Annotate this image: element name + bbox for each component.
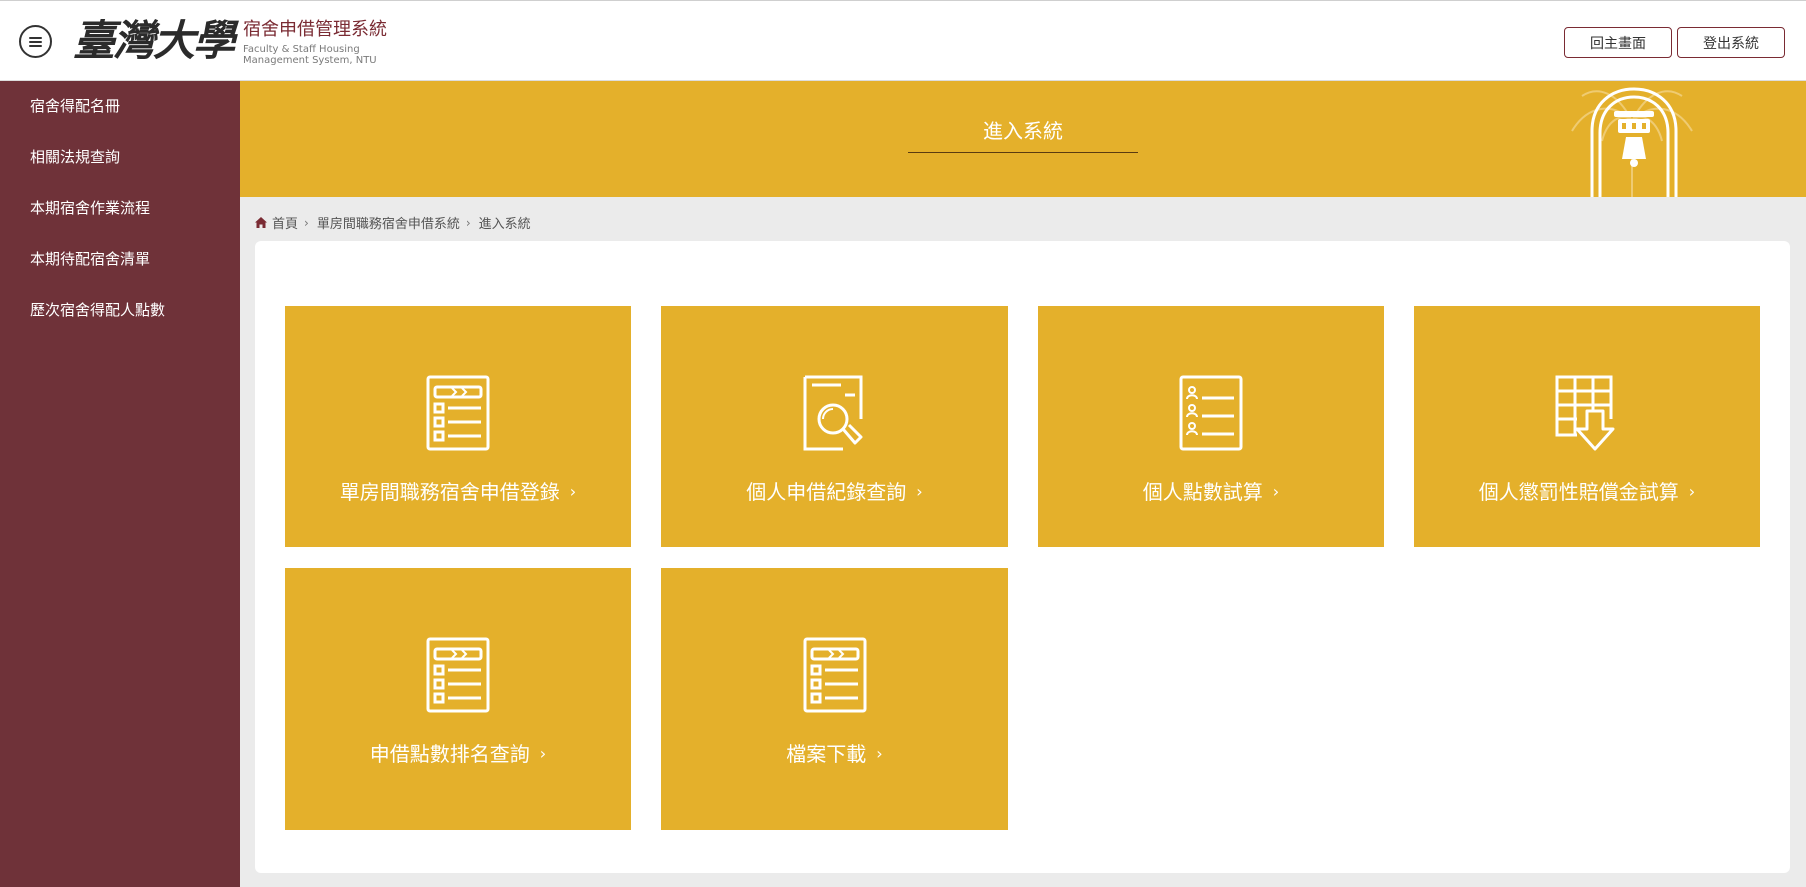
content-panel: 單房間職務宿舍申借登錄 › 個人申借紀錄查詢 › 個人點數試算 › 個人懲罰性賠… bbox=[255, 241, 1790, 873]
tile-label: 個人懲罰性賠償金試算 › bbox=[1478, 480, 1696, 504]
tile-penalty-calculation[interactable]: 個人懲罰性賠償金試算 › bbox=[1414, 306, 1760, 547]
sidebar-item-regulations[interactable]: 相關法規查詢 bbox=[0, 132, 240, 183]
breadcrumb: 首頁 › 單房間職務宿舍申借系統 › 進入系統 bbox=[255, 213, 531, 232]
sidebar-item-pending-dorms[interactable]: 本期待配宿舍清單 bbox=[0, 234, 240, 285]
logout-button[interactable]: 登出系統 bbox=[1677, 27, 1785, 58]
tile-label: 檔案下載 › bbox=[786, 742, 883, 766]
page-title: 進入系統 bbox=[983, 119, 1063, 143]
breadcrumb-separator-icon: › bbox=[465, 215, 471, 230]
page-banner: 進入系統 bbox=[240, 81, 1806, 197]
title-underline bbox=[908, 152, 1138, 153]
home-button[interactable]: 回主畫面 bbox=[1564, 27, 1672, 58]
hamburger-menu-button[interactable] bbox=[19, 25, 52, 58]
breadcrumb-home-link[interactable]: 首頁 bbox=[272, 213, 298, 232]
home-icon bbox=[255, 217, 267, 228]
tile-label: 單房間職務宿舍申借登錄 › bbox=[339, 480, 577, 504]
logo-text: 宿舍申借管理系統 Faculty & Staff Housing Managem… bbox=[243, 15, 387, 66]
system-subtitle-line1: Faculty & Staff Housing bbox=[243, 44, 360, 55]
system-subtitle-line2: Management System, NTU bbox=[243, 55, 377, 66]
document-search-icon bbox=[803, 375, 862, 451]
person-list-icon bbox=[1179, 375, 1243, 451]
sidebar-item-history-points[interactable]: 歷次宿舍得配人點數 bbox=[0, 285, 240, 336]
tile-label: 申借點數排名查詢 › bbox=[369, 742, 547, 766]
tile-label: 個人點數試算 › bbox=[1142, 480, 1280, 504]
breadcrumb-separator-icon: › bbox=[304, 215, 309, 230]
hamburger-icon bbox=[29, 36, 42, 47]
tile-points-calculation[interactable]: 個人點數試算 › bbox=[1038, 306, 1384, 547]
tile-application-record-query[interactable]: 個人申借紀錄查詢 › bbox=[661, 306, 1008, 547]
sidebar: 宿舍得配名冊 相關法規查詢 本期宿舍作業流程 本期待配宿舍清單 歷次宿舍得配人點… bbox=[0, 81, 240, 887]
ntu-logo[interactable]: 臺灣大學 宿舍申借管理系統 Faculty & Staff Housing Ma… bbox=[73, 15, 387, 67]
chevron-right-icon: › bbox=[569, 482, 577, 501]
breadcrumb-system-link[interactable]: 單房間職務宿舍申借系統 bbox=[317, 213, 460, 232]
breadcrumb-current: 進入系統 bbox=[478, 217, 531, 232]
system-title: 宿舍申借管理系統 bbox=[243, 19, 388, 40]
checklist-icon bbox=[426, 375, 490, 451]
chevron-right-icon: › bbox=[1272, 482, 1280, 501]
chevron-right-icon: › bbox=[916, 482, 923, 501]
tile-points-ranking-query[interactable]: 申借點數排名查詢 › bbox=[285, 568, 631, 830]
tile-dorm-application[interactable]: 單房間職務宿舍申借登錄 › bbox=[285, 306, 631, 547]
tile-label: 個人申借紀錄查詢 › bbox=[746, 480, 923, 504]
chevron-right-icon: › bbox=[1688, 482, 1696, 501]
chevron-right-icon: › bbox=[539, 744, 547, 763]
sidebar-item-dorm-roster[interactable]: 宿舍得配名冊 bbox=[0, 81, 240, 132]
chevron-right-icon: › bbox=[876, 744, 883, 763]
logo-calligraphy: 臺灣大學 bbox=[73, 16, 235, 65]
sidebar-item-workflow[interactable]: 本期宿舍作業流程 bbox=[0, 183, 240, 234]
checklist-icon bbox=[803, 637, 866, 713]
tile-file-download[interactable]: 檔案下載 › bbox=[661, 568, 1008, 830]
table-download-icon bbox=[1555, 375, 1615, 451]
top-header: 臺灣大學 宿舍申借管理系統 Faculty & Staff Housing Ma… bbox=[0, 0, 1806, 81]
checklist-icon bbox=[426, 637, 490, 713]
bell-tower-decoration-icon bbox=[1571, 87, 1693, 197]
